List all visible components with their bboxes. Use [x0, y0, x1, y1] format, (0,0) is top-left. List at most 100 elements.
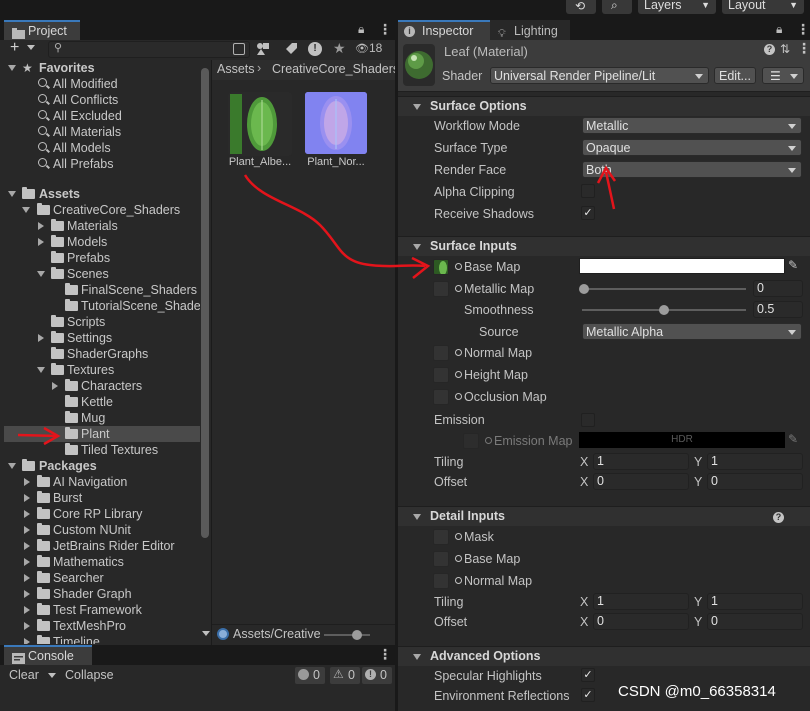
surface-options-header[interactable]: Surface Options [398, 96, 810, 116]
texture-picker-icon[interactable] [455, 577, 462, 584]
tree-item-prefabs[interactable]: Prefabs [4, 250, 200, 266]
packages-header[interactable]: Packages [4, 458, 200, 474]
detail-inputs-header[interactable]: Detail Inputs ? [398, 506, 810, 526]
asset-thumb-albedo[interactable] [228, 92, 292, 156]
advanced-options-header[interactable]: Advanced Options [398, 646, 810, 666]
tree-item-tutorialscene[interactable]: TutorialScene_Shade [4, 298, 200, 314]
fold-closed-icon[interactable] [24, 542, 30, 550]
tiling-y-field[interactable]: 1 [707, 453, 803, 470]
tab-lighting[interactable]: 💡︎ Lighting [490, 20, 570, 40]
tree-item-kettle[interactable]: Kettle [4, 394, 200, 410]
more-options-icon[interactable]: ⋮ [796, 21, 810, 38]
help-icon[interactable]: ? [764, 44, 775, 55]
texture-picker-icon[interactable] [455, 533, 462, 540]
layers-dropdown[interactable]: Layers ▼ [638, 0, 716, 14]
package-item[interactable]: Custom NUnit [4, 522, 200, 538]
edit-shader-button[interactable]: Edit... [714, 67, 756, 84]
help-icon[interactable]: ? [773, 512, 784, 523]
fold-open-icon[interactable] [413, 514, 421, 520]
fold-closed-icon[interactable] [38, 334, 44, 342]
favorite-star-icon[interactable]: ★ [333, 40, 346, 57]
tree-item-tiled[interactable]: Tiled Textures [4, 442, 200, 458]
workflow-mode-dropdown[interactable]: Metallic [582, 117, 802, 134]
tree-item-materials[interactable]: Materials [4, 218, 200, 234]
fold-closed-icon[interactable] [24, 478, 30, 486]
fold-open-icon[interactable] [413, 104, 421, 110]
smoothness-value-field[interactable]: 0.5 [753, 301, 803, 318]
metallic-map-texture-slot[interactable] [433, 281, 449, 297]
mask-texture-slot[interactable] [433, 529, 449, 545]
package-item[interactable]: Core RP Library [4, 506, 200, 522]
texture-picker-icon[interactable] [455, 263, 462, 270]
surface-inputs-header[interactable]: Surface Inputs [398, 236, 810, 256]
tree-item-settings[interactable]: Settings [4, 330, 200, 346]
surface-type-dropdown[interactable]: Opaque [582, 139, 802, 156]
filter-label-icon[interactable] [283, 41, 299, 57]
history-button[interactable]: ⟲ [566, 0, 596, 14]
tiling-x-field[interactable]: 1 [593, 453, 689, 470]
alpha-clipping-checkbox[interactable] [581, 184, 595, 198]
detail-tiling-y-field[interactable]: 1 [707, 593, 803, 610]
fold-open-icon[interactable] [37, 367, 45, 373]
tab-console[interactable]: Console [4, 645, 92, 665]
fold-closed-icon[interactable] [24, 558, 30, 566]
fold-open-icon[interactable] [413, 654, 421, 660]
tab-project[interactable]: Project [4, 20, 80, 40]
tree-item-scenes[interactable]: Scenes [4, 266, 200, 282]
search-button[interactable]: ⌕ [602, 0, 632, 14]
favorite-item[interactable]: All Prefabs [4, 156, 200, 172]
normal-map-texture-slot[interactable] [433, 345, 449, 361]
more-options-icon[interactable]: ⋮ [378, 646, 392, 663]
tree-scrollbar[interactable] [201, 68, 209, 538]
base-color-swatch[interactable] [579, 258, 785, 274]
shader-dropdown[interactable]: Universal Render Pipeline/Lit [490, 67, 709, 84]
fold-open-icon[interactable] [8, 191, 16, 197]
tree-item-finalscene[interactable]: FinalScene_Shaders [4, 282, 200, 298]
fold-closed-icon[interactable] [24, 510, 30, 518]
zoom-slider-track[interactable] [324, 634, 370, 636]
base-map-texture-slot[interactable] [433, 259, 449, 275]
shader-menu-dropdown[interactable]: ☰ [762, 67, 804, 84]
presets-icon[interactable]: ⇅ [780, 42, 790, 56]
render-face-dropdown[interactable]: Both [582, 161, 802, 178]
metallic-slider-track[interactable] [582, 288, 746, 290]
tree-item-models[interactable]: Models [4, 234, 200, 250]
texture-picker-icon[interactable] [455, 285, 462, 292]
environment-reflections-checkbox[interactable]: ✓ [581, 688, 595, 702]
zoom-slider-knob[interactable] [352, 630, 362, 640]
fold-closed-icon[interactable] [52, 382, 58, 390]
fold-closed-icon[interactable] [24, 494, 30, 502]
smoothness-slider-knob[interactable] [659, 305, 669, 315]
package-item[interactable]: Shader Graph [4, 586, 200, 602]
fold-open-icon[interactable] [8, 463, 16, 469]
fold-closed-icon[interactable] [24, 590, 30, 598]
kebab-menu-icon[interactable]: ⋮ [797, 40, 810, 57]
detail-offset-x-field[interactable]: 0 [593, 613, 689, 630]
tree-item-textures[interactable]: Textures [4, 362, 200, 378]
eyedropper-icon[interactable]: ✎ [788, 258, 798, 272]
tree-item-shadergraphs[interactable]: ShaderGraphs [4, 346, 200, 362]
metallic-slider-knob[interactable] [579, 284, 589, 294]
package-item[interactable]: Timeline [4, 634, 200, 644]
favorite-item[interactable]: All Modified [4, 76, 200, 92]
source-dropdown[interactable]: Metallic Alpha [582, 323, 802, 340]
tree-item-scripts[interactable]: Scripts [4, 314, 200, 330]
metallic-value-field[interactable]: 0 [753, 280, 803, 297]
search-filter-icon[interactable] [233, 43, 245, 55]
favorite-item[interactable]: All Excluded [4, 108, 200, 124]
warning-toggle[interactable]: ⚠ 0 [330, 667, 360, 684]
offset-x-field[interactable]: 0 [593, 473, 689, 490]
breadcrumb-folder[interactable]: CreativeCore_Shaders [272, 62, 395, 76]
error-toggle[interactable]: ! 0 [362, 667, 392, 684]
fold-open-icon[interactable] [8, 65, 16, 71]
fold-open-icon[interactable] [413, 244, 421, 250]
detail-normal-map-texture-slot[interactable] [433, 573, 449, 589]
texture-picker-icon[interactable] [455, 555, 462, 562]
package-item[interactable]: Burst [4, 490, 200, 506]
package-item[interactable]: Mathematics [4, 554, 200, 570]
package-item[interactable]: TextMeshPro [4, 618, 200, 634]
fold-closed-icon[interactable] [24, 526, 30, 534]
favorites-header[interactable]: ★ Favorites [4, 60, 200, 76]
collapse-button[interactable]: Collapse [65, 668, 114, 682]
tree-item-plant[interactable]: Plant [4, 426, 200, 442]
